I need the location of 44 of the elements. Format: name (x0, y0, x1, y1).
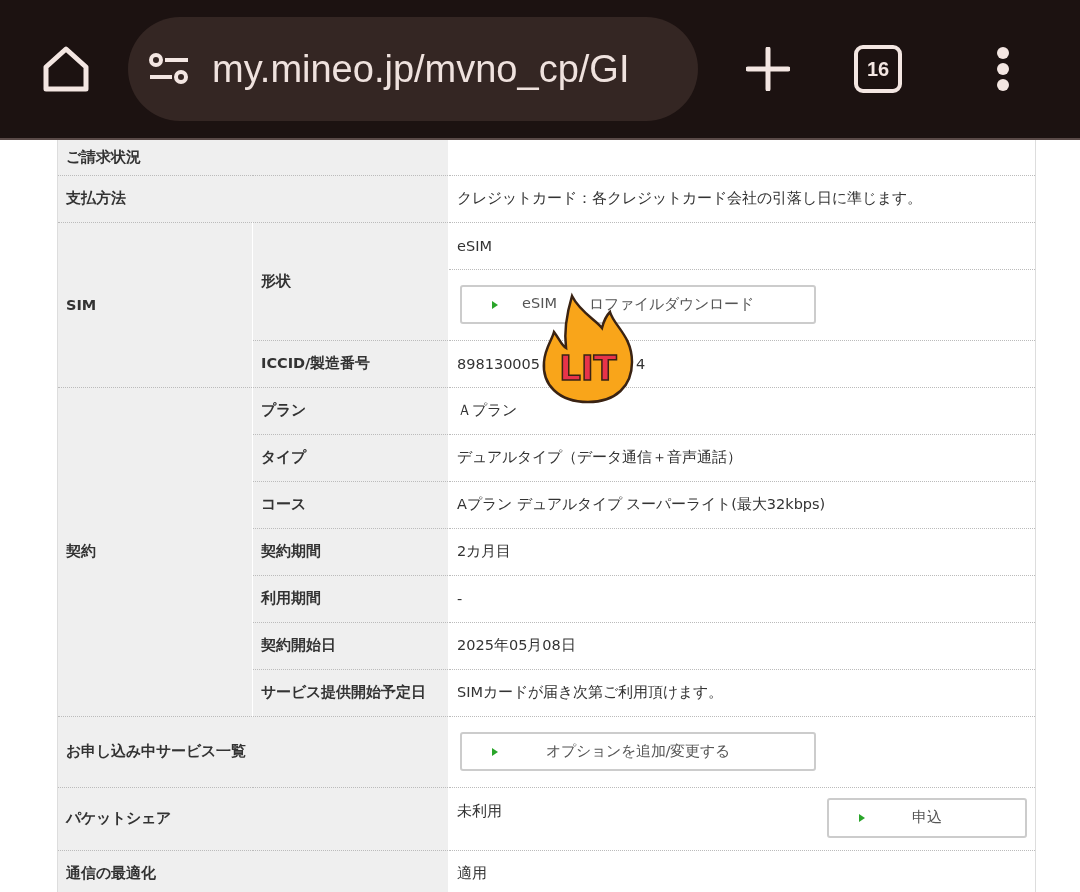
row-label: 契約期間 (252, 528, 449, 575)
table-cell: 適用 (448, 850, 1036, 892)
table-cell: - (448, 575, 1036, 622)
row-label: 契約開始日 (252, 622, 449, 669)
new-tab-icon[interactable] (746, 47, 790, 91)
table-cell: 898130005 (457, 355, 541, 372)
triangle-icon (492, 300, 498, 309)
table-cell: 2025年05月08日 (448, 622, 1036, 669)
button-label: eSIM (522, 295, 557, 313)
table-cell: eSIM (448, 222, 1036, 269)
row-label: ご請求状況 (57, 140, 449, 175)
triangle-icon (492, 747, 498, 756)
table-cell: デュアルタイプ（データ通信＋音声通話） (448, 434, 1036, 481)
row-label: パケットシェア (57, 787, 449, 850)
row-label: タイプ (252, 434, 449, 481)
row-label: 支払方法 (57, 175, 449, 222)
row-label: 形状 (252, 222, 449, 340)
group-label: SIM (57, 222, 253, 387)
table-cell: クレジットカード：各クレジットカード会社の引落し日に準じます。 (448, 175, 1036, 222)
tab-count-button[interactable]: 16 (854, 45, 902, 93)
option-button[interactable]: オプションを追加/変更する (460, 732, 816, 771)
sticker-label: LIT (559, 348, 617, 388)
address-bar[interactable]: my.mineo.jp/mvno_cp/GI (128, 17, 698, 121)
table-cell: Aプラン デュアルタイプ スーパーライト(最大32kbps) (448, 481, 1036, 528)
table-cell: SIMカードが届き次第ご利用頂けます。 (448, 669, 1036, 716)
triangle-icon (859, 813, 865, 822)
menu-icon[interactable] (996, 46, 1010, 92)
button-label: ロファイルダウンロード (588, 295, 754, 314)
table-cell: 未利用 (457, 801, 502, 821)
download-button[interactable]: eSIM ロファイルダウンロード (460, 285, 816, 324)
row-label: コース (252, 481, 449, 528)
group-label: 契約 (57, 387, 253, 716)
row-label: ICCID/製造番号 (252, 340, 449, 387)
table-cell: 4 (636, 355, 646, 372)
apply-button[interactable]: 申込 (827, 797, 1027, 838)
url-text: my.mineo.jp/mvno_cp/GI (212, 47, 630, 91)
tune-icon[interactable] (148, 53, 190, 85)
row-label: プラン (252, 387, 449, 434)
table-cell: Ａプラン (448, 387, 1036, 434)
row-label: お申し込み中サービス一覧 (57, 716, 449, 787)
row-label: 利用期間 (252, 575, 449, 622)
row-label: 通信の最適化 (57, 850, 449, 892)
table-cell: 2カ月目 (448, 528, 1036, 575)
row-label: サービス提供開始予定日 (252, 669, 449, 716)
